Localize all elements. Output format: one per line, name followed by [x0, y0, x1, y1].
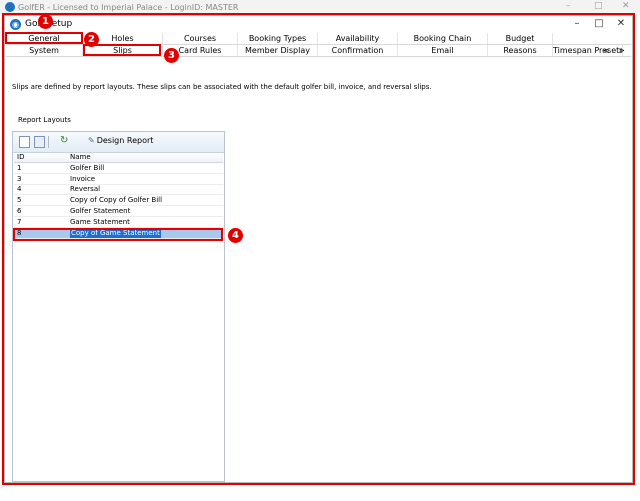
- row-name: Invoice: [70, 175, 96, 183]
- design-report-label: Design Report: [96, 136, 154, 145]
- table-row[interactable]: 1 Golfer Bill: [14, 164, 223, 174]
- tab-email[interactable]: Email: [398, 45, 488, 56]
- column-header-name[interactable]: Name: [70, 153, 91, 162]
- design-report-icon: ✎: [88, 136, 95, 145]
- app-logo-icon: [5, 2, 15, 12]
- close-button[interactable]: ✕: [610, 17, 632, 31]
- maximize-button[interactable]: □: [588, 17, 610, 31]
- report-layouts-label: Report Layouts: [18, 116, 71, 124]
- report-layouts-panel: ↻ ✎ Design Report ID Name 1 Golfer Bill 3…: [12, 131, 225, 482]
- tab-scroll-arrows-icon[interactable]: < >: [603, 45, 628, 56]
- annotation-badge-3: 3: [164, 48, 179, 63]
- row-id: 3: [17, 175, 22, 183]
- design-report-button[interactable]: ✎ Design Report: [88, 136, 153, 145]
- row-name: Game Statement: [70, 218, 130, 226]
- tab-member-display[interactable]: Member Display: [238, 45, 318, 56]
- tab-reasons[interactable]: Reasons: [488, 45, 553, 56]
- dialog-titlebar: ◉ Golf Setup – □ ✕: [5, 16, 632, 33]
- column-header-id[interactable]: ID: [17, 153, 24, 162]
- tab-budget[interactable]: Budget: [488, 33, 553, 44]
- tab-availability[interactable]: Availability: [318, 33, 398, 44]
- annotation-badge-4: 4: [228, 228, 243, 243]
- background-minimize-icon[interactable]: –: [566, 1, 571, 11]
- tab-system[interactable]: System: [6, 45, 83, 56]
- report-layouts-toolbar: ↻ ✎ Design Report: [13, 132, 224, 153]
- row-name: Copy of Copy of Golfer Bill: [70, 196, 163, 204]
- new-document-icon[interactable]: [19, 136, 30, 148]
- tab-confirmation[interactable]: Confirmation: [318, 45, 398, 56]
- golf-setup-logo-icon: ◉: [10, 19, 21, 30]
- row-id: 7: [17, 218, 22, 226]
- row-id: 5: [17, 196, 22, 204]
- grid-header: ID Name: [14, 153, 223, 163]
- annotation-badge-2: 2: [84, 32, 99, 47]
- table-row[interactable]: 5 Copy of Copy of Golfer Bill: [14, 196, 223, 206]
- highlight-general-tab: [5, 32, 83, 44]
- slips-description: Slips are defined by report layouts. The…: [12, 83, 432, 91]
- annotation-badge-1: 1: [38, 14, 53, 29]
- highlight-selected-row: [13, 228, 223, 241]
- row-name: Reversal: [70, 185, 101, 193]
- table-row[interactable]: 7 Game Statement: [14, 218, 223, 228]
- row-name: Golfer Bill: [70, 164, 105, 172]
- row-id: 4: [17, 185, 22, 193]
- background-maximize-icon[interactable]: □: [594, 1, 603, 11]
- copy-document-icon[interactable]: [34, 136, 45, 148]
- tab-booking-chain[interactable]: Booking Chain: [398, 33, 488, 44]
- refresh-icon[interactable]: ↻: [60, 135, 68, 146]
- minimize-button[interactable]: –: [566, 17, 588, 31]
- tab-booking-types[interactable]: Booking Types: [238, 33, 318, 44]
- table-row[interactable]: 4 Reversal: [14, 185, 223, 195]
- table-row[interactable]: 3 Invoice: [14, 175, 223, 185]
- background-app-titlebar: GolfER - Licensed to Imperial Palace - L…: [0, 0, 640, 14]
- row-id: 6: [17, 207, 22, 215]
- background-close-icon[interactable]: ✕: [622, 1, 630, 11]
- row-name: Golfer Statement: [70, 207, 131, 215]
- row-id: 1: [17, 164, 22, 172]
- toolbar-separator: [48, 136, 49, 148]
- background-app-title: GolfER - Licensed to Imperial Palace - L…: [18, 3, 239, 12]
- table-row[interactable]: 6 Golfer Statement: [14, 207, 223, 217]
- tab-courses[interactable]: Courses: [163, 33, 238, 44]
